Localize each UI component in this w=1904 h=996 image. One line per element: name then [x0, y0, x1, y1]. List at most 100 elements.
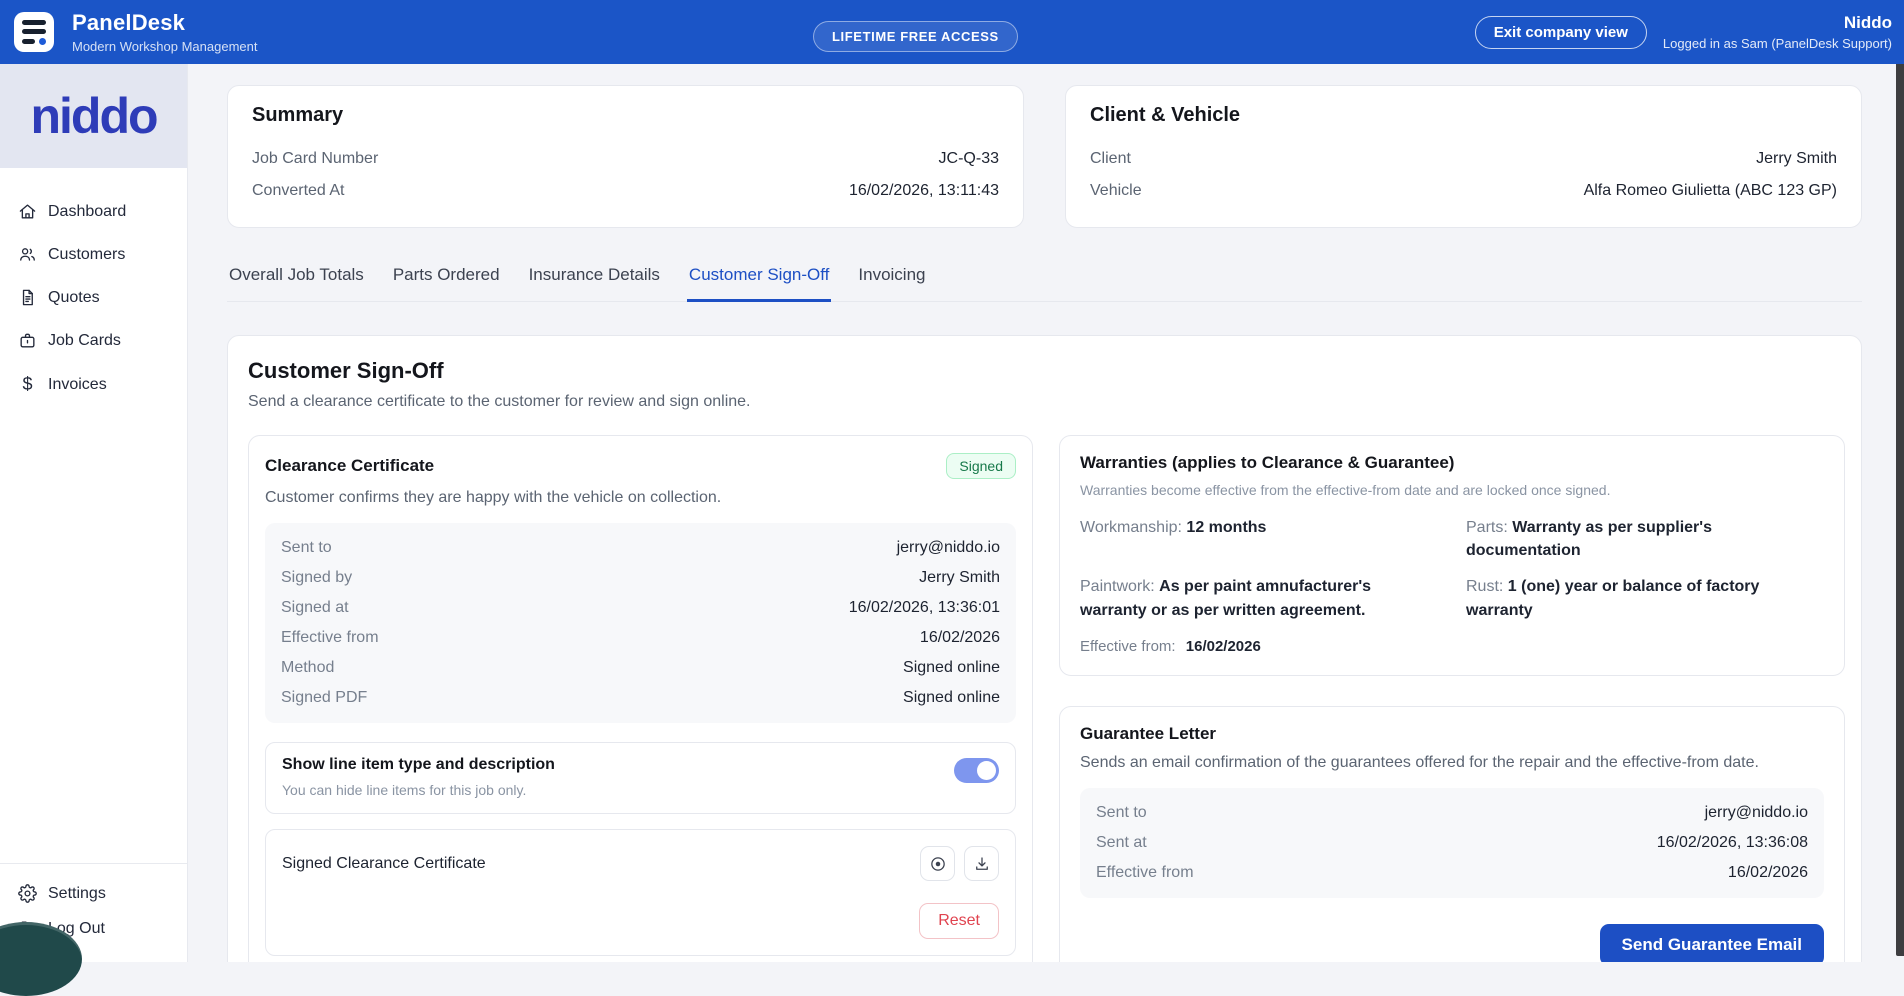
user-block: Niddo Logged in as Sam (PanelDesk Suppor…: [1663, 13, 1894, 51]
vehicle-row: Vehicle Alfa Romeo Giulietta (ABC 123 GP…: [1090, 175, 1837, 207]
tab-parts-ordered[interactable]: Parts Ordered: [391, 259, 502, 302]
client-row: Client Jerry Smith: [1090, 143, 1837, 175]
sidebar-nav: Dashboard Customers Quotes Job Cards $ I…: [0, 194, 187, 403]
logo-bar: [22, 39, 35, 44]
send-guarantee-email-button[interactable]: Send Guarantee Email: [1600, 924, 1824, 962]
file-actions: [920, 846, 999, 881]
detail-value: 16/02/2026: [1728, 864, 1808, 882]
sidebar-item-job-cards[interactable]: Job Cards: [0, 323, 187, 358]
detail-label: Signed at: [281, 599, 349, 617]
warranties-title: Warranties (applies to Clearance & Guara…: [1080, 453, 1824, 473]
show-line-items-toggle[interactable]: [954, 758, 999, 783]
sidebar-item-label: Invoices: [48, 376, 107, 394]
clearance-header: Clearance Certificate Signed: [265, 453, 1016, 479]
warranty-label: Paintwork:: [1080, 578, 1155, 595]
warranty-item-parts: Parts: Warranty as per supplier's docume…: [1466, 516, 1824, 562]
tab-insurance-details[interactable]: Insurance Details: [527, 259, 662, 302]
logo-bar: [22, 29, 46, 34]
row-label: Client: [1090, 150, 1131, 168]
guarantee-letter-card: Guarantee Letter Sends an email confirma…: [1059, 706, 1845, 962]
effective-value: 16/02/2026: [1186, 638, 1261, 655]
download-button[interactable]: [964, 846, 999, 881]
row-label: Vehicle: [1090, 182, 1142, 200]
sidebar-item-label: Job Cards: [48, 332, 121, 350]
file-footer: Reset: [282, 903, 999, 939]
toggle-hint: You can hide line items for this job onl…: [282, 782, 555, 798]
niddo-logo: niddo: [30, 91, 156, 141]
detail-value: jerry@niddo.io: [1705, 804, 1808, 822]
home-icon: [18, 202, 37, 221]
sidebar-item-dashboard[interactable]: Dashboard: [0, 194, 187, 229]
right-column: Warranties (applies to Clearance & Guara…: [1059, 435, 1845, 962]
guarantee-subtitle: Sends an email confirmation of the guara…: [1080, 754, 1824, 772]
line-item-toggle-card: Show line item type and description You …: [265, 742, 1016, 814]
detail-row: Effective from 16/02/2026: [281, 623, 1000, 653]
exit-company-view-button[interactable]: Exit company view: [1475, 16, 1647, 49]
warranties-grid: Workmanship: 12 months Parts: Warranty a…: [1080, 516, 1824, 622]
header-titles: PanelDesk Modern Workshop Management: [72, 10, 257, 54]
detail-label: Sent to: [281, 539, 332, 557]
detail-value: Signed online: [903, 659, 1000, 677]
toggle-knob: [977, 761, 996, 780]
detail-label: Signed by: [281, 569, 352, 587]
row-label: Converted At: [252, 182, 345, 200]
client-vehicle-title: Client & Vehicle: [1090, 104, 1837, 127]
page-title: Customer Sign-Off: [248, 358, 1845, 384]
warranty-label: Parts:: [1466, 519, 1508, 536]
summary-card: Summary Job Card Number JC-Q-33 Converte…: [227, 85, 1024, 228]
job-card-tabs: Overall Job Totals Parts Ordered Insuran…: [227, 259, 1862, 302]
logged-in-as: Logged in as Sam (PanelDesk Support): [1663, 36, 1892, 51]
top-cards: Summary Job Card Number JC-Q-33 Converte…: [227, 85, 1862, 228]
file-name: Signed Clearance Certificate: [282, 855, 486, 873]
lifetime-access-badge: LIFETIME FREE ACCESS: [813, 21, 1018, 52]
sidebar-item-invoices[interactable]: $ Invoices: [0, 366, 187, 403]
tab-invoicing[interactable]: Invoicing: [856, 259, 927, 302]
detail-value: Jerry Smith: [919, 569, 1000, 587]
detail-row: Method Signed online: [281, 653, 1000, 683]
tab-customer-sign-off[interactable]: Customer Sign-Off: [687, 259, 831, 302]
signed-certificate-card: Signed Clearance Certificate Reset: [265, 829, 1016, 956]
clearance-description: Customer confirms they are happy with th…: [265, 489, 1016, 507]
file-row: Signed Clearance Certificate: [282, 846, 999, 881]
panel-columns: Clearance Certificate Signed Customer co…: [248, 435, 1845, 962]
warranty-label: Workmanship:: [1080, 519, 1182, 536]
app-logo-icon[interactable]: [14, 12, 54, 52]
status-badge-signed: Signed: [946, 453, 1016, 479]
app-tagline: Modern Workshop Management: [72, 39, 257, 54]
detail-label: Sent at: [1096, 834, 1147, 852]
summary-title: Summary: [252, 104, 999, 127]
detail-label: Sent to: [1096, 804, 1147, 822]
sidebar-item-customers[interactable]: Customers: [0, 237, 187, 272]
guarantee-button-row: Send Guarantee Email: [1080, 924, 1824, 962]
header-center: LIFETIME FREE ACCESS: [813, 21, 1018, 52]
vertical-scrollbar[interactable]: [1896, 64, 1904, 956]
dollar-icon: $: [18, 374, 37, 395]
header-right: Exit company view Niddo Logged in as Sam…: [1475, 13, 1894, 51]
reset-button[interactable]: Reset: [919, 903, 999, 939]
preview-button[interactable]: [920, 846, 955, 881]
warranty-label: Rust:: [1466, 578, 1503, 595]
sidebar-item-settings[interactable]: Settings: [0, 876, 187, 911]
warranty-item-paintwork: Paintwork: As per paint amnufacturer's w…: [1080, 575, 1438, 621]
detail-row: Sent to jerry@niddo.io: [1096, 798, 1808, 828]
customer-sign-off-panel: Customer Sign-Off Send a clearance certi…: [227, 335, 1862, 962]
sidebar-item-quotes[interactable]: Quotes: [0, 280, 187, 315]
briefcase-icon: [18, 331, 37, 350]
page-subtitle: Send a clearance certificate to the cust…: [248, 393, 1845, 411]
toggle-texts: Show line item type and description You …: [282, 756, 555, 798]
guarantee-details-box: Sent to jerry@niddo.io Sent at 16/02/202…: [1080, 788, 1824, 898]
detail-value: Signed online: [903, 689, 1000, 707]
client-vehicle-card: Client & Vehicle Client Jerry Smith Vehi…: [1065, 85, 1862, 228]
document-icon: [18, 288, 37, 307]
logo-bar: [22, 20, 46, 25]
detail-row: Sent to jerry@niddo.io: [281, 533, 1000, 563]
row-label: Job Card Number: [252, 150, 378, 168]
sidebar: niddo Dashboard Customers Quotes Job Car…: [0, 64, 188, 962]
tab-overall-job-totals[interactable]: Overall Job Totals: [227, 259, 366, 302]
summary-row: Converted At 16/02/2026, 13:11:43: [252, 175, 999, 207]
clearance-certificate-card: Clearance Certificate Signed Customer co…: [248, 435, 1033, 962]
detail-row: Sent at 16/02/2026, 13:36:08: [1096, 828, 1808, 858]
row-value: 16/02/2026, 13:11:43: [849, 182, 999, 200]
logo-dot: [39, 38, 46, 45]
detail-value: 16/02/2026, 13:36:01: [849, 599, 1000, 617]
